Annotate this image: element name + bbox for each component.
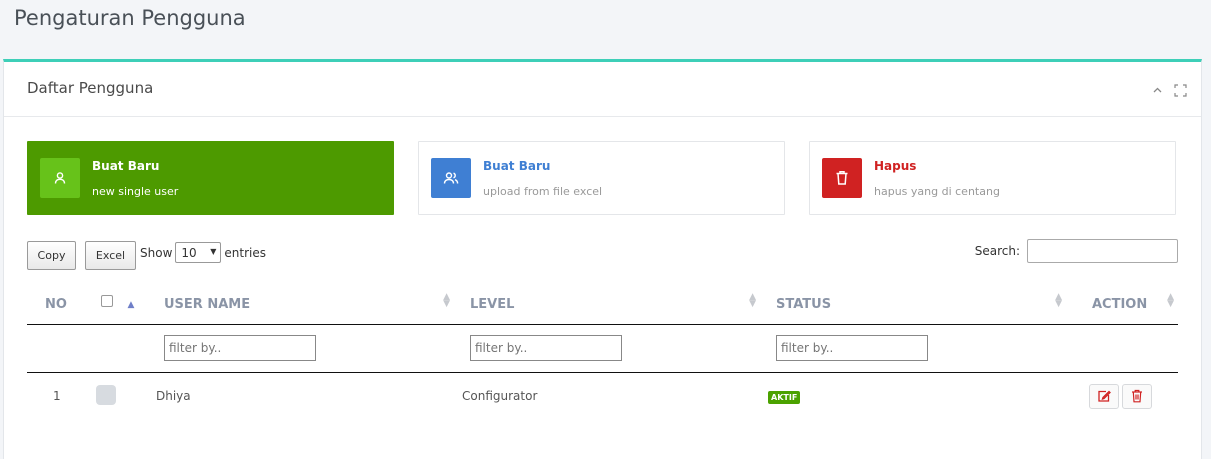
panel-title: Daftar Pengguna: [27, 79, 154, 97]
col-username[interactable]: USER NAME ▲ ▼: [150, 286, 456, 325]
edit-button[interactable]: [1089, 383, 1119, 409]
col-action[interactable]: ACTION ▲ ▼: [1068, 286, 1178, 325]
col-status[interactable]: STATUS ▲ ▼: [762, 286, 1068, 325]
status-filter-input[interactable]: [776, 335, 928, 361]
users-table: NO ▲ USER NAME ▲ ▼ LEVEL ▲ ▼ STATUS ▲ ▼ ACTION…: [27, 286, 1178, 420]
col-select[interactable]: ▲: [87, 286, 150, 325]
entries-select[interactable]: 10 ▼: [175, 242, 222, 263]
sort-icon: ▲ ▼: [443, 292, 450, 309]
show-label: Show: [140, 245, 173, 260]
card-title: Buat Baru: [92, 159, 160, 173]
select-all-checkbox[interactable]: [101, 294, 113, 307]
search-control: Search:: [975, 239, 1178, 263]
search-label: Search:: [974, 244, 1020, 258]
username-filter-input[interactable]: [164, 335, 316, 361]
row-username: Dhiya: [156, 389, 191, 404]
row-level: Configurator: [462, 389, 538, 404]
search-input[interactable]: [1027, 239, 1178, 263]
page-length-control: Show 10 ▼ entries: [140, 242, 266, 263]
sort-asc-icon: ▲: [127, 299, 135, 310]
page-title: Pengaturan Pengguna: [14, 6, 246, 30]
col-no[interactable]: NO: [27, 286, 87, 325]
level-filter-input[interactable]: [470, 335, 622, 361]
fullscreen-icon[interactable]: [1174, 84, 1187, 97]
delete-button[interactable]: [1122, 383, 1152, 409]
sort-icon: ▲ ▼: [1055, 292, 1062, 309]
create-user-card[interactable]: Buat Baru new single user: [27, 141, 394, 215]
filter-row: [27, 324, 1178, 373]
user-list-panel: Daftar Pengguna Buat Baru new single use…: [3, 59, 1202, 459]
delete-users-card[interactable]: Hapus hapus yang di centang: [809, 141, 1176, 215]
card-title: Hapus: [874, 159, 917, 173]
status-badge: AKTIF: [768, 391, 801, 405]
edit-icon: [1098, 390, 1111, 402]
entries-label: entries: [224, 245, 266, 260]
copy-button[interactable]: Copy: [27, 241, 76, 270]
upload-users-card[interactable]: Buat Baru upload from file excel: [418, 141, 785, 215]
col-level[interactable]: LEVEL ▲ ▼: [456, 286, 762, 325]
excel-button[interactable]: Excel: [85, 241, 136, 270]
trash-icon: [1132, 390, 1142, 403]
card-subtitle: hapus yang di centang: [874, 185, 1000, 198]
card-subtitle: upload from file excel: [483, 185, 603, 198]
table-header-row: NO ▲ USER NAME ▲ ▼ LEVEL ▲ ▼ STATUS ▲ ▼ ACTION…: [27, 286, 1178, 325]
panel-header: Daftar Pengguna: [4, 62, 1201, 117]
card-subtitle: new single user: [92, 185, 179, 198]
sort-icon: ▲ ▼: [1167, 292, 1174, 309]
card-title: Buat Baru: [483, 159, 551, 173]
table-toolbar: Copy Excel Show 10 ▼ entries Search:: [27, 239, 1178, 271]
row-number: 1: [53, 389, 61, 404]
trash-icon: [822, 158, 862, 198]
sort-icon: ▲ ▼: [749, 292, 756, 309]
entries-value: 10: [181, 245, 197, 260]
collapse-icon[interactable]: [1151, 84, 1164, 97]
row-checkbox[interactable]: [96, 384, 116, 405]
table-row: 1 Dhiya Configurator AKTIF: [27, 372, 1178, 420]
caret-down-icon: ▼: [210, 247, 217, 256]
users-icon: [431, 158, 471, 198]
user-icon: [40, 158, 80, 198]
